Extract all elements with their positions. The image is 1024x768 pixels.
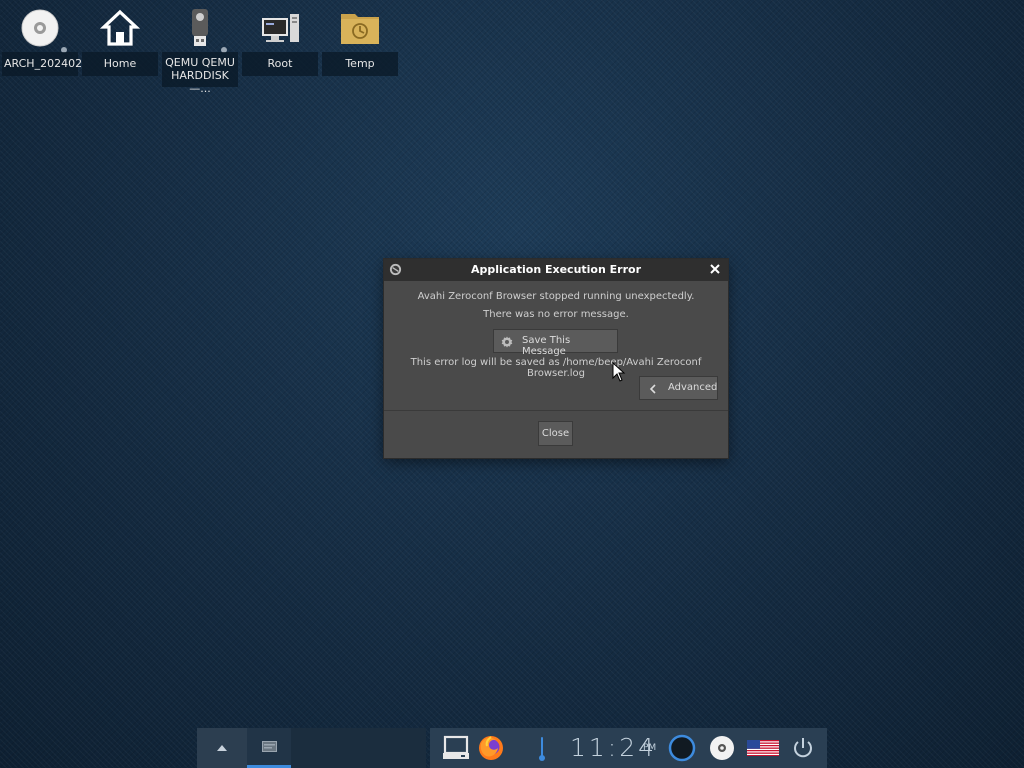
taskbar-tray: 11:24 PM: [430, 728, 827, 768]
clock-ampm: PM: [643, 743, 657, 753]
us-flag-keyboard-layout-icon[interactable]: [747, 740, 779, 756]
save-button-label: Save This Message: [522, 335, 571, 357]
desktop-icon-temp[interactable]: Temp: [321, 0, 399, 76]
drive-icon[interactable]: [442, 735, 470, 761]
chevron-up-icon: [217, 745, 227, 751]
network-status-icon[interactable]: [668, 734, 696, 762]
usb-drive-icon: [192, 9, 208, 46]
show-desktop-button[interactable]: [197, 728, 247, 768]
dialog-title: Application Execution Error: [470, 263, 641, 276]
dialog-separator: [384, 410, 728, 411]
computer-icon: [262, 14, 299, 42]
optical-disc-icon[interactable]: [709, 735, 735, 761]
chevron-left-icon: [649, 384, 656, 394]
optical-disc-icon: [21, 9, 59, 47]
firefox-icon[interactable]: [477, 734, 505, 762]
save-message-button[interactable]: Save This Message: [493, 329, 618, 357]
close-icon[interactable]: [708, 262, 722, 276]
window-icon: [262, 741, 277, 752]
error-message-line: Avahi Zeroconf Browser stopped running u…: [417, 291, 695, 302]
folder-clock-icon: [341, 14, 379, 44]
desktop-icon-root[interactable]: Root: [241, 0, 319, 76]
task-button-error-dialog[interactable]: [247, 728, 291, 768]
close-button-label: Close: [541, 428, 570, 439]
desktop-icon-arch[interactable]: ARCH_202402: [1, 0, 82, 76]
taskbar-tasklist: [197, 728, 426, 768]
desktop-icon-label: Root: [242, 52, 318, 76]
gear-icon: [501, 336, 513, 348]
advanced-button-label: Advanced: [668, 382, 718, 393]
desktop-icon-label: ARCH_202402: [2, 52, 82, 76]
desktop-icon-label: Temp: [322, 52, 398, 76]
error-detail-line: There was no error message.: [483, 309, 629, 320]
close-button[interactable]: Close: [538, 421, 573, 446]
mouse-cursor-icon: [612, 362, 626, 382]
power-icon[interactable]: [791, 736, 815, 760]
desktop-icon-home[interactable]: Home: [81, 0, 159, 76]
home-icon: [100, 9, 140, 46]
desktop-icon-qemu-harddisk[interactable]: QEMU QEMU HARDDISK—...: [161, 0, 239, 95]
advanced-button[interactable]: Advanced: [639, 376, 718, 400]
desktop-icon-label: Home: [82, 52, 158, 76]
dialog-titlebar[interactable]: Application Execution Error: [384, 259, 728, 281]
thermometer-icon[interactable]: [538, 736, 546, 762]
application-error-dialog: Application Execution Error Avahi Zeroco…: [384, 259, 728, 458]
desktop-icon-label: QEMU QEMU HARDDISK—...: [162, 52, 238, 95]
